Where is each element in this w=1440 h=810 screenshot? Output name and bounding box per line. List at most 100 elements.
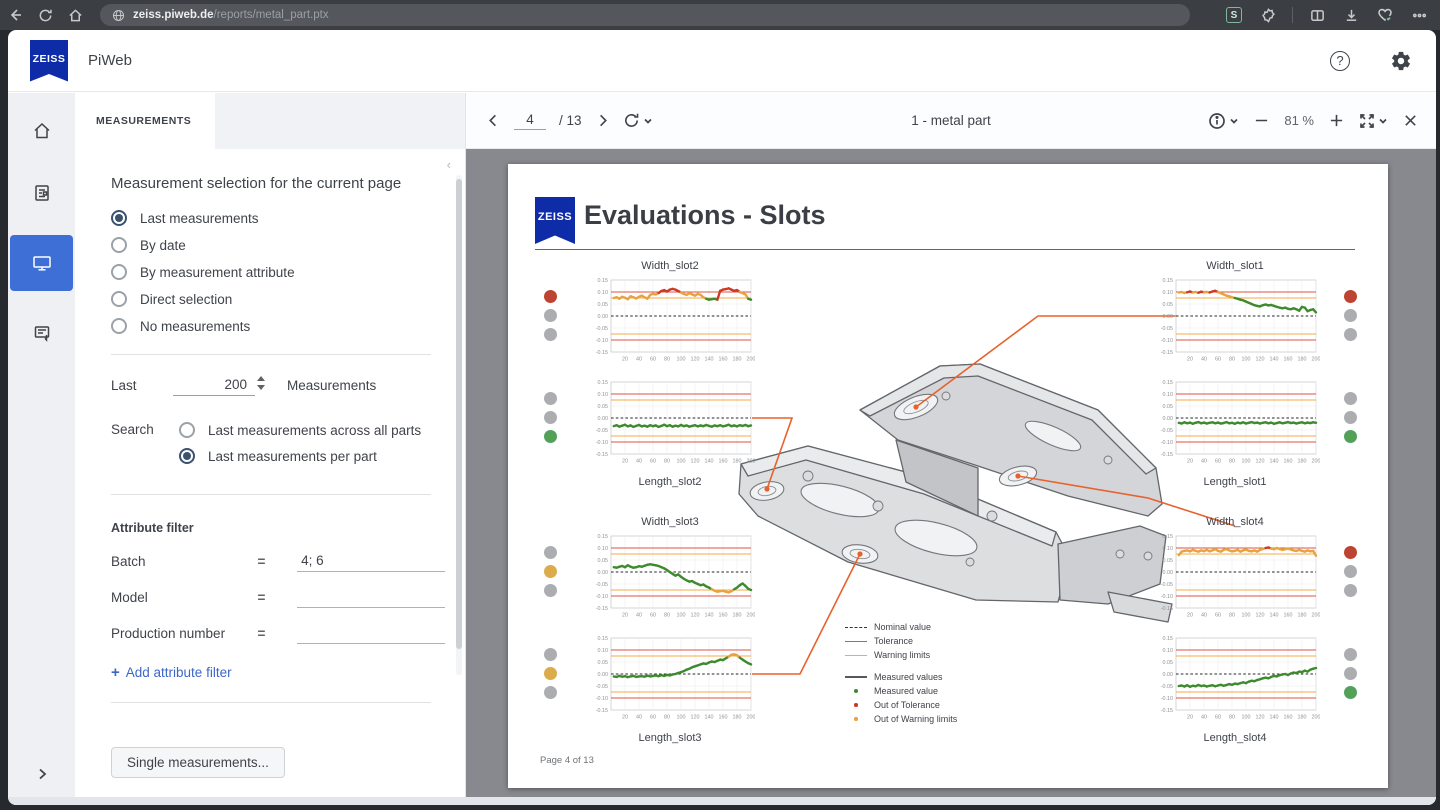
split-screen-icon[interactable] [1302, 0, 1332, 30]
address-bar[interactable]: zeiss.piweb.de/reports/metal_part.ptx [100, 4, 1190, 26]
tab-measurements[interactable]: MEASUREMENTS [75, 93, 215, 149]
help-button[interactable]: ? [1330, 51, 1350, 71]
svg-text:160: 160 [1284, 613, 1293, 619]
panel-scrollbar-thumb[interactable] [456, 179, 462, 649]
selection-option[interactable]: Direct selection [111, 291, 445, 307]
chevron-down-icon[interactable] [1229, 116, 1239, 126]
chart-width-slot1: Width_slot1204060801001201401601802000.1… [1150, 260, 1320, 374]
svg-text:0.15: 0.15 [1163, 636, 1174, 642]
svg-text:200: 200 [747, 715, 756, 721]
svg-text:-0.10: -0.10 [1161, 338, 1173, 344]
browser-toolbar: zeiss.piweb.de/reports/metal_part.ptx S [0, 0, 1440, 30]
panel-collapse-icon[interactable]: ‹ [447, 157, 451, 172]
page-number-input[interactable]: 4 [514, 112, 546, 130]
radio-unselected-icon[interactable] [111, 237, 127, 253]
nav-monitor-icon[interactable] [10, 235, 73, 291]
svg-text:140: 140 [1270, 715, 1279, 721]
browser-back-button[interactable] [0, 0, 30, 30]
radio-unselected-icon[interactable] [111, 291, 127, 307]
chevron-down-icon[interactable] [643, 116, 653, 126]
svg-text:120: 120 [691, 715, 700, 721]
browser-menu-icon[interactable] [1404, 0, 1434, 30]
close-report-button[interactable] [1403, 113, 1418, 128]
svg-text:0.05: 0.05 [598, 660, 609, 666]
svg-text:180: 180 [733, 357, 742, 363]
svg-text:20: 20 [622, 715, 628, 721]
svg-text:-0.10: -0.10 [596, 440, 608, 446]
svg-text:-0.05: -0.05 [596, 684, 608, 690]
model-filter-input[interactable] [297, 588, 445, 608]
selection-option[interactable]: Last measurements [111, 210, 445, 226]
browser-home-button[interactable] [60, 0, 90, 30]
legend-label: Nominal value [874, 622, 931, 632]
svg-text:200: 200 [747, 357, 756, 363]
legend-label: Tolerance [874, 636, 913, 646]
legend-measurements: Measured valuesMeasured valueOut of Tole… [845, 670, 957, 726]
browser-refresh-button[interactable] [30, 0, 60, 30]
selection-option[interactable]: No measurements [111, 318, 445, 334]
selection-option[interactable]: By measurement attribute [111, 264, 445, 280]
zeiss-logo: ZEISS [535, 197, 575, 244]
svg-text:0.10: 0.10 [598, 392, 609, 398]
search-option[interactable]: Last measurements across all parts [179, 422, 421, 438]
svg-text:80: 80 [664, 715, 670, 721]
nav-reports-icon[interactable] [22, 173, 62, 213]
next-page-button[interactable] [595, 113, 610, 128]
legend-item: Warning limits [845, 648, 931, 662]
svg-text:0.10: 0.10 [598, 648, 609, 654]
single-measurements-button[interactable]: Single measurements... [111, 747, 285, 778]
svg-text:80: 80 [1229, 613, 1235, 619]
svg-text:160: 160 [1284, 357, 1293, 363]
radio-selected-icon[interactable] [179, 448, 195, 464]
rail-expand-chevron[interactable] [8, 767, 75, 781]
radio-unselected-icon[interactable] [179, 422, 195, 438]
stepper-down-icon[interactable] [257, 385, 265, 390]
production-number-filter-input[interactable] [297, 624, 445, 644]
traffic-light-off [544, 309, 557, 322]
page-total-label: / 13 [559, 113, 582, 128]
svg-text:160: 160 [1284, 459, 1293, 465]
nav-report-edit-icon[interactable] [22, 313, 62, 353]
piweb-app-window: ZEISS PiWeb ? [8, 30, 1436, 805]
svg-text:0.10: 0.10 [598, 290, 609, 296]
extension-s-icon[interactable]: S [1219, 0, 1249, 30]
radio-unselected-icon[interactable] [111, 264, 127, 280]
toolbar-divider [1292, 7, 1293, 23]
radio-unselected-icon[interactable] [111, 318, 127, 334]
search-option[interactable]: Last measurements per part [179, 448, 421, 464]
prev-page-button[interactable] [486, 113, 501, 128]
last-count-input[interactable]: 200 [173, 375, 255, 396]
last-measurements-row: Last 200 Measurements [111, 375, 445, 396]
zoom-in-button[interactable] [1329, 113, 1344, 128]
svg-text:80: 80 [1229, 357, 1235, 363]
batch-filter-input[interactable]: 4; 6 [297, 551, 445, 572]
downloads-icon[interactable] [1336, 0, 1366, 30]
svg-text:200: 200 [1312, 715, 1321, 721]
search-label: Search [111, 416, 179, 474]
fit-to-screen-button[interactable] [1359, 113, 1388, 129]
refresh-report-button[interactable] [623, 112, 653, 129]
chart-title: Width_slot1 [1150, 260, 1320, 274]
selection-option[interactable]: By date [111, 237, 445, 253]
radio-label: Direct selection [140, 292, 232, 307]
app-title: PiWeb [88, 52, 132, 69]
measurement-selection-options: Last measurements By date By measurement a… [111, 210, 445, 334]
count-stepper[interactable] [257, 376, 265, 390]
svg-text:80: 80 [1229, 715, 1235, 721]
nav-home-icon[interactable] [22, 111, 62, 151]
svg-text:200: 200 [1312, 613, 1321, 619]
svg-text:-0.05: -0.05 [596, 582, 608, 588]
document-title: 1 - metal part [911, 113, 991, 128]
svg-text:-0.10: -0.10 [1161, 594, 1173, 600]
add-attribute-filter-link[interactable]: +Add attribute filter [111, 664, 232, 681]
browser-actions: S [1219, 0, 1434, 30]
settings-gear-icon[interactable] [1390, 50, 1412, 72]
stepper-up-icon[interactable] [257, 376, 265, 381]
chevron-down-icon[interactable] [1378, 116, 1388, 126]
zoom-out-button[interactable] [1254, 113, 1269, 128]
radio-selected-icon[interactable] [111, 210, 127, 226]
info-button[interactable] [1208, 112, 1239, 130]
browser-essentials-icon[interactable] [1370, 0, 1400, 30]
browser-shield-icon[interactable] [1253, 0, 1283, 30]
svg-text:0.00: 0.00 [598, 672, 609, 678]
